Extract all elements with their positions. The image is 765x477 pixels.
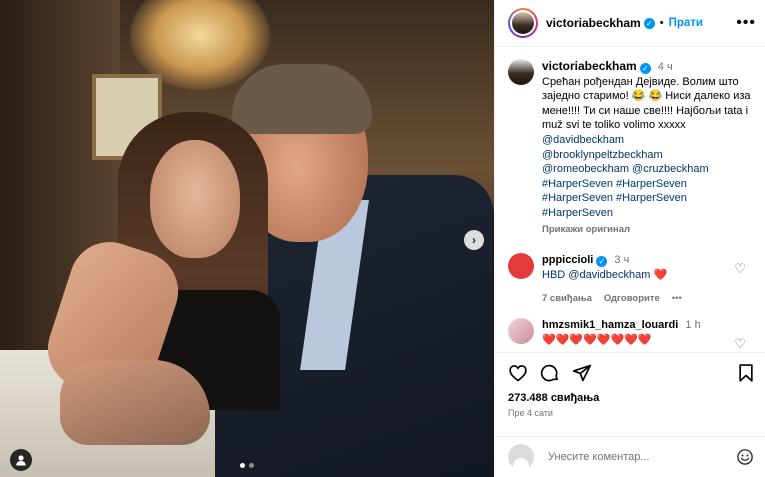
red-heart-emoji: ❤️ [653,269,668,282]
show-original-link[interactable]: Прикажи оригинал [542,223,756,238]
comment-input[interactable] [546,450,736,464]
caption-tag[interactable]: @romeobeckham @cruzbeckham [542,162,756,177]
comment-body: pppiccioli ✓ 3 ч HBD @davidbeckham ❤️ 7 с… [542,253,756,306]
caption-text: Срећан рођендан Дејвиде. Волим што зајед… [542,75,751,132]
header-separator: • [659,17,664,29]
comment-more-icon[interactable]: ••• [672,291,682,306]
caption-tag[interactable]: #HarperSeven [542,206,756,221]
caption: victoriabeckham ✓ 4 ч Срећан рођендан Деј… [495,47,765,237]
comment-time[interactable]: 3 ч [614,254,629,266]
author-avatar[interactable] [508,8,538,38]
comment-icon[interactable] [540,363,560,383]
photo-tattooed-hand [60,360,210,445]
emoji-icon[interactable] [736,448,754,466]
comment-time[interactable]: 1 h [685,319,700,331]
post-timestamp[interactable]: Пре 4 сати [495,404,765,418]
bookmark-icon[interactable] [736,363,756,383]
comment-avatar[interactable] [508,318,534,345]
verified-badge-icon: ✓ [639,63,651,74]
heart-outline-icon[interactable]: ♡ [734,336,746,351]
more-options-icon[interactable]: ••• [736,15,756,31]
author-username[interactable]: victoriabeckham [546,16,641,30]
photo-man-hair [232,64,372,134]
photo-woman-face [150,140,240,258]
comments-scroll-area[interactable]: victoriabeckham ✓ 4 ч Срећан рођендан Деј… [495,47,765,351]
chevron-right-icon: › [472,233,476,247]
caption-avatar[interactable] [508,59,534,85]
caption-body: victoriabeckham ✓ 4 ч Срећан рођендан Деј… [542,59,756,237]
comment-avatar[interactable] [508,253,534,280]
comment-text: ❤️❤️❤️❤️❤️❤️❤️❤️ [542,334,652,347]
comment-likes[interactable]: 7 свиђања [542,291,592,306]
verified-badge-icon: ✓ [643,17,655,29]
share-icon[interactable] [572,363,592,383]
comment-meta: 7 свиђања Одговорите ••• [542,291,756,306]
comment-body: hmzsmik1_hamza_louardi 1 h ❤️❤️❤️❤️❤️❤️❤… [542,318,756,348]
likes-count[interactable]: 273.488 свиђања [495,383,765,404]
post-header: victoriabeckham ✓ • Прати ••• [495,0,765,47]
instagram-post-dialog: › victoriabeckham ✓ • Прати ••• victoria… [0,0,765,477]
post-actions: 273.488 свиђања Пре 4 сати [495,352,765,418]
caption-tag[interactable]: @davidbeckham [542,133,756,148]
comment-username[interactable]: pppiccioli [542,254,593,266]
comment-item: pppiccioli ✓ 3 ч HBD @davidbeckham ❤️ 7 с… [495,253,765,306]
carousel-next-button[interactable]: › [464,230,484,250]
post-side-panel: victoriabeckham ✓ • Прати ••• victoriabe… [494,0,765,477]
heart-icon[interactable] [508,363,528,383]
caption-tag[interactable]: @brooklynpeltzbeckham [542,148,756,163]
reply-button[interactable]: Одговорите [604,291,660,306]
current-user-avatar [508,444,534,470]
comment-text[interactable]: HBD @davidbeckham [542,269,650,281]
tagged-users-button[interactable] [10,449,32,471]
caption-time[interactable]: 4 ч [658,61,673,73]
caption-tag[interactable]: #HarperSeven #HarperSeven [542,191,756,206]
carousel-dot-active [240,463,245,468]
caption-tag[interactable]: #HarperSeven #HarperSeven [542,177,756,192]
follow-button[interactable]: Прати [669,17,703,29]
comment-item: hmzsmik1_hamza_louardi 1 h ❤️❤️❤️❤️❤️❤️❤… [495,318,765,351]
add-comment-bar [495,436,765,477]
caption-username[interactable]: victoriabeckham [542,59,637,73]
user-icon [16,455,26,466]
action-icons [495,353,765,383]
carousel-indicator [240,463,254,468]
verified-badge-icon: ✓ [596,256,608,268]
post-photo: › [0,0,494,477]
carousel-dot [249,463,254,468]
comment-username[interactable]: hmzsmik1_hamza_louardi [542,319,678,331]
heart-outline-icon[interactable]: ♡ [734,261,746,277]
